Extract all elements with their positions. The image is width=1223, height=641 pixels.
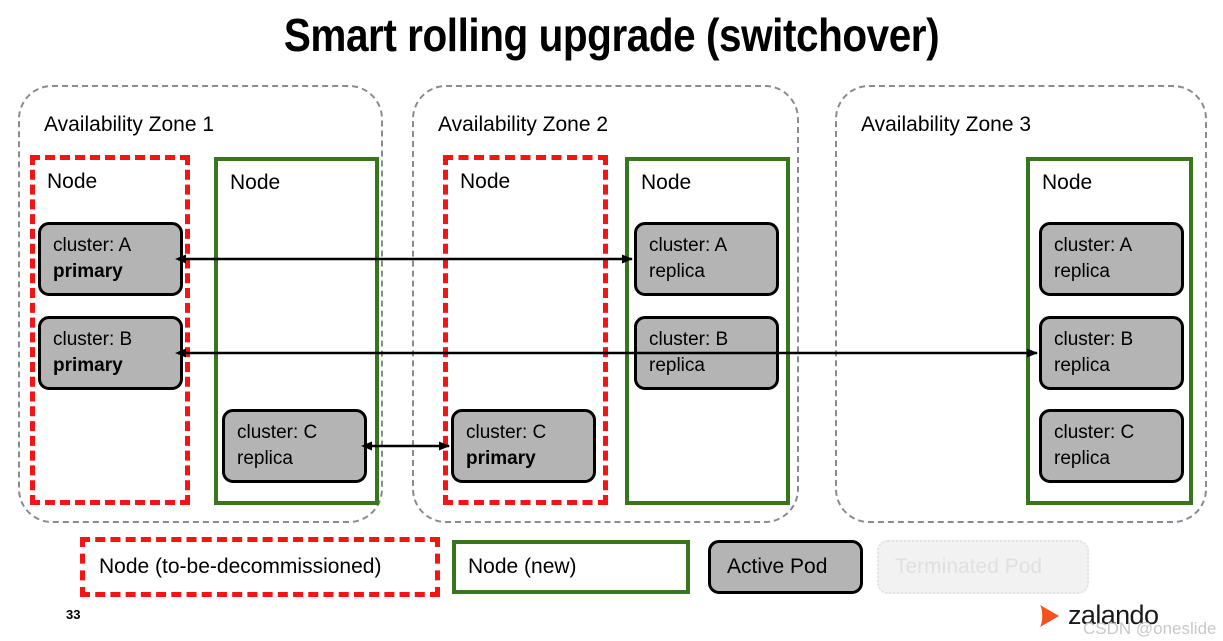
legend-label: Terminated Pod — [895, 555, 1043, 578]
pod-line-2: replica — [1054, 448, 1110, 469]
pod-az3-cluster-a-replica: cluster: A replica — [1039, 222, 1184, 296]
node-label: Node — [230, 171, 281, 194]
pod-line-1: cluster: A — [1054, 235, 1133, 256]
pod-line-2: replica — [649, 261, 705, 282]
pod-line-2: replica — [649, 355, 705, 376]
node-label: Node — [1042, 171, 1093, 194]
legend-pod-active: Active Pod — [708, 540, 863, 594]
pod-az3-cluster-c-replica: cluster: C replica — [1039, 409, 1184, 483]
page-title: Smart rolling upgrade (switchover) — [283, 9, 940, 61]
legend-label: Active Pod — [727, 555, 828, 578]
pod-az1-cluster-b-primary: cluster: B primary — [38, 316, 183, 390]
watermark: CSDN @oneslide — [1083, 619, 1217, 638]
pod-line-2: replica — [237, 448, 293, 469]
pod-az2-cluster-c-primary: cluster: C primary — [451, 409, 596, 483]
pod-az1-cluster-a-primary: cluster: A primary — [38, 222, 183, 296]
node-label: Node — [641, 171, 692, 194]
pod-line-2: replica — [1054, 261, 1110, 282]
node-label: Node — [47, 170, 98, 193]
pod-line-1: cluster: A — [53, 235, 132, 256]
legend-label: Node (new) — [468, 555, 577, 578]
node-label: Node — [460, 170, 511, 193]
page-number: 33 — [66, 607, 81, 622]
pod-az3-cluster-b-replica: cluster: B replica — [1039, 316, 1184, 390]
pod-az2-cluster-b-replica: cluster: B replica — [634, 316, 779, 390]
legend-label: Node (to-be-decommissioned) — [99, 555, 382, 578]
pod-line-2: primary — [53, 261, 123, 282]
pod-line-1: cluster: B — [53, 329, 133, 350]
legend-node-new: Node (new) — [452, 540, 690, 594]
pod-az1-cluster-c-replica: cluster: C replica — [222, 409, 367, 483]
pod-line-2: primary — [53, 355, 123, 376]
availability-zone-1-label: Availability Zone 1 — [44, 113, 215, 136]
pod-line-1: cluster: B — [1054, 329, 1134, 350]
pod-az2-cluster-a-replica: cluster: A replica — [634, 222, 779, 296]
pod-line-2: replica — [1054, 355, 1110, 376]
availability-zone-3-label: Availability Zone 3 — [861, 113, 1032, 136]
pod-line-1: cluster: C — [237, 422, 318, 443]
pod-line-1: cluster: B — [649, 329, 729, 350]
legend-node-decommissioned: Node (to-be-decommissioned) — [80, 537, 440, 597]
legend-pod-terminated: Terminated Pod — [877, 540, 1089, 594]
pod-line-2: primary — [466, 448, 536, 469]
pod-line-1: cluster: A — [649, 235, 728, 256]
pod-line-1: cluster: C — [1054, 422, 1135, 443]
play-triangle-icon — [1040, 604, 1059, 627]
pod-line-1: cluster: C — [466, 422, 547, 443]
availability-zone-2-label: Availability Zone 2 — [438, 113, 609, 136]
